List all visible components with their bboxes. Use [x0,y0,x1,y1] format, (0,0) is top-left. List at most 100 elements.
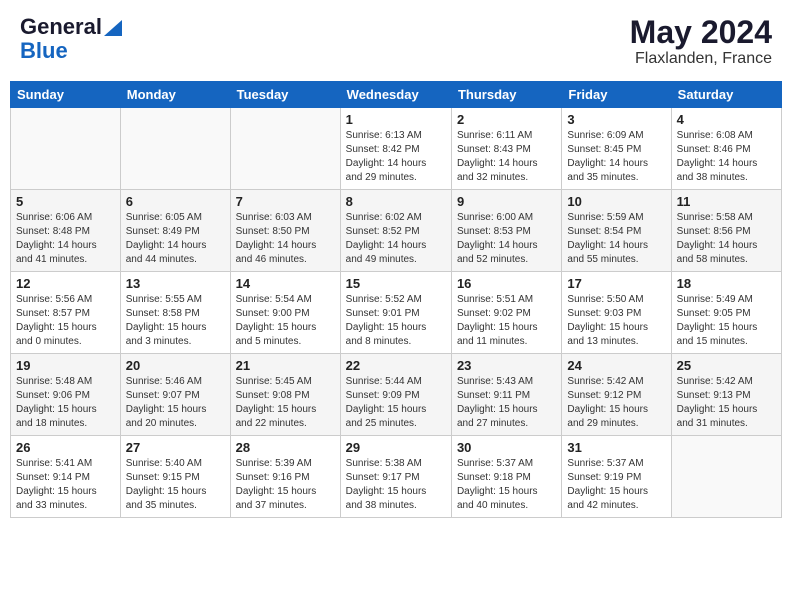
day-info: Sunrise: 5:44 AM Sunset: 9:09 PM Dayligh… [346,375,446,431]
day-info: Sunrise: 5:49 AM Sunset: 9:05 PM Dayligh… [677,293,776,349]
day-info: Sunrise: 5:56 AM Sunset: 8:57 PM Dayligh… [16,293,115,349]
weekday-header: Tuesday [230,82,340,108]
calendar-cell: 25Sunrise: 5:42 AM Sunset: 9:13 PM Dayli… [671,354,781,436]
calendar-table: SundayMondayTuesdayWednesdayThursdayFrid… [10,81,782,518]
day-number: 3 [567,112,665,127]
calendar-cell: 10 Sunrise: 5:59 AM Sunset: 8:54 PM Dayli… [562,190,671,272]
day-number: 22 [346,358,446,373]
day-number: 10 [567,194,665,209]
day-info: Sunrise: 5:42 AM Sunset: 9:12 PM Dayligh… [567,375,665,431]
day-info: Sunrise: 5:54 AM Sunset: 9:00 PM Dayligh… [236,293,335,349]
day-number: 12 [16,276,115,291]
day-number: 11 [677,194,776,209]
day-number: 25 [677,358,776,373]
day-info: Sunrise: 5:40 AM Sunset: 9:15 PM Dayligh… [126,457,225,513]
day-number: 26 [16,440,115,455]
day-info: Sunrise: 5:55 AM Sunset: 8:58 PM Dayligh… [126,293,225,349]
day-number: 27 [126,440,225,455]
calendar-cell [230,108,340,190]
calendar-cell: 17 Sunrise: 5:50 AM Sunset: 9:03 PM Dayli… [562,272,671,354]
day-info: Sunrise: 5:38 AM Sunset: 9:17 PM Dayligh… [346,457,446,513]
logo-general-text: General [20,15,102,39]
calendar-cell: 2 Sunrise: 6:11 AM Sunset: 8:43 PM Daylig… [451,108,561,190]
day-info: Sunrise: 6:09 AM Sunset: 8:45 PM Dayligh… [567,129,665,185]
calendar-cell: 11 Sunrise: 5:58 AM Sunset: 8:56 PM Dayli… [671,190,781,272]
day-info: Sunrise: 5:39 AM Sunset: 9:16 PM Dayligh… [236,457,335,513]
day-info: Sunrise: 5:50 AM Sunset: 9:03 PM Dayligh… [567,293,665,349]
calendar-cell: 6Sunrise: 6:05 AM Sunset: 8:49 PM Daylig… [120,190,230,272]
day-info: Sunrise: 5:59 AM Sunset: 8:54 PM Dayligh… [567,211,665,267]
day-number: 15 [346,276,446,291]
calendar-cell: 28Sunrise: 5:39 AM Sunset: 9:16 PM Dayli… [230,436,340,518]
day-info: Sunrise: 6:00 AM Sunset: 8:53 PM Dayligh… [457,211,556,267]
header: General Blue May 2024 Flaxlanden, France [10,10,782,73]
day-number: 7 [236,194,335,209]
day-number: 19 [16,358,115,373]
calendar-cell: 22 Sunrise: 5:44 AM Sunset: 9:09 PM Dayli… [340,354,451,436]
calendar-cell: 31 Sunrise: 5:37 AM Sunset: 9:19 PM Dayli… [562,436,671,518]
day-info: Sunrise: 6:02 AM Sunset: 8:52 PM Dayligh… [346,211,446,267]
calendar-week-row: 26 Sunrise: 5:41 AM Sunset: 9:14 PM Dayli… [11,436,782,518]
day-number: 20 [126,358,225,373]
calendar-week-row: 1 Sunrise: 6:13 AM Sunset: 8:42 PM Daylig… [11,108,782,190]
calendar-cell: 30 Sunrise: 5:37 AM Sunset: 9:18 PM Dayli… [451,436,561,518]
calendar-week-row: 19 Sunrise: 5:48 AM Sunset: 9:06 PM Dayli… [11,354,782,436]
day-number: 8 [346,194,446,209]
day-number: 17 [567,276,665,291]
day-info: Sunrise: 5:51 AM Sunset: 9:02 PM Dayligh… [457,293,556,349]
day-number: 21 [236,358,335,373]
calendar-cell: 4 Sunrise: 6:08 AM Sunset: 8:46 PM Daylig… [671,108,781,190]
day-number: 9 [457,194,556,209]
month-year: May 2024 [630,15,772,50]
calendar-cell: 12 Sunrise: 5:56 AM Sunset: 8:57 PM Dayli… [11,272,121,354]
calendar-cell: 15 Sunrise: 5:52 AM Sunset: 9:01 PM Dayli… [340,272,451,354]
day-number: 23 [457,358,556,373]
day-number: 1 [346,112,446,127]
day-info: Sunrise: 5:48 AM Sunset: 9:06 PM Dayligh… [16,375,115,431]
day-info: Sunrise: 6:03 AM Sunset: 8:50 PM Dayligh… [236,211,335,267]
calendar-cell: 14Sunrise: 5:54 AM Sunset: 9:00 PM Dayli… [230,272,340,354]
day-number: 31 [567,440,665,455]
calendar-cell: 16 Sunrise: 5:51 AM Sunset: 9:02 PM Dayli… [451,272,561,354]
calendar-cell: 23 Sunrise: 5:43 AM Sunset: 9:11 PM Dayli… [451,354,561,436]
day-info: Sunrise: 6:11 AM Sunset: 8:43 PM Dayligh… [457,129,556,185]
weekday-header: Sunday [11,82,121,108]
calendar-cell: 27 Sunrise: 5:40 AM Sunset: 9:15 PM Dayli… [120,436,230,518]
calendar-cell: 9 Sunrise: 6:00 AM Sunset: 8:53 PM Daylig… [451,190,561,272]
day-info: Sunrise: 5:41 AM Sunset: 9:14 PM Dayligh… [16,457,115,513]
day-info: Sunrise: 6:13 AM Sunset: 8:42 PM Dayligh… [346,129,446,185]
day-number: 6 [126,194,225,209]
day-number: 24 [567,358,665,373]
calendar-week-row: 12 Sunrise: 5:56 AM Sunset: 8:57 PM Dayli… [11,272,782,354]
calendar-cell: 13Sunrise: 5:55 AM Sunset: 8:58 PM Dayli… [120,272,230,354]
day-info: Sunrise: 5:58 AM Sunset: 8:56 PM Dayligh… [677,211,776,267]
calendar-cell: 1 Sunrise: 6:13 AM Sunset: 8:42 PM Daylig… [340,108,451,190]
logo: General Blue [20,15,122,63]
calendar-cell: 20Sunrise: 5:46 AM Sunset: 9:07 PM Dayli… [120,354,230,436]
day-info: Sunrise: 5:37 AM Sunset: 9:19 PM Dayligh… [567,457,665,513]
logo-blue-text: Blue [20,39,68,63]
day-info: Sunrise: 5:52 AM Sunset: 9:01 PM Dayligh… [346,293,446,349]
calendar-cell [11,108,121,190]
weekday-header: Saturday [671,82,781,108]
day-info: Sunrise: 6:06 AM Sunset: 8:48 PM Dayligh… [16,211,115,267]
calendar-cell: 7 Sunrise: 6:03 AM Sunset: 8:50 PM Daylig… [230,190,340,272]
day-info: Sunrise: 6:08 AM Sunset: 8:46 PM Dayligh… [677,129,776,185]
day-info: Sunrise: 5:37 AM Sunset: 9:18 PM Dayligh… [457,457,556,513]
day-number: 16 [457,276,556,291]
day-number: 30 [457,440,556,455]
day-number: 2 [457,112,556,127]
weekday-header: Wednesday [340,82,451,108]
calendar-cell: 5Sunrise: 6:06 AM Sunset: 8:48 PM Daylig… [11,190,121,272]
calendar-cell: 8 Sunrise: 6:02 AM Sunset: 8:52 PM Daylig… [340,190,451,272]
calendar-cell: 21 Sunrise: 5:45 AM Sunset: 9:08 PM Dayli… [230,354,340,436]
calendar-cell [671,436,781,518]
calendar-week-row: 5Sunrise: 6:06 AM Sunset: 8:48 PM Daylig… [11,190,782,272]
title-block: May 2024 Flaxlanden, France [630,15,772,68]
calendar-cell: 26 Sunrise: 5:41 AM Sunset: 9:14 PM Dayli… [11,436,121,518]
day-info: Sunrise: 5:43 AM Sunset: 9:11 PM Dayligh… [457,375,556,431]
weekday-header-row: SundayMondayTuesdayWednesdayThursdayFrid… [11,82,782,108]
weekday-header: Friday [562,82,671,108]
day-info: Sunrise: 5:45 AM Sunset: 9:08 PM Dayligh… [236,375,335,431]
day-number: 4 [677,112,776,127]
